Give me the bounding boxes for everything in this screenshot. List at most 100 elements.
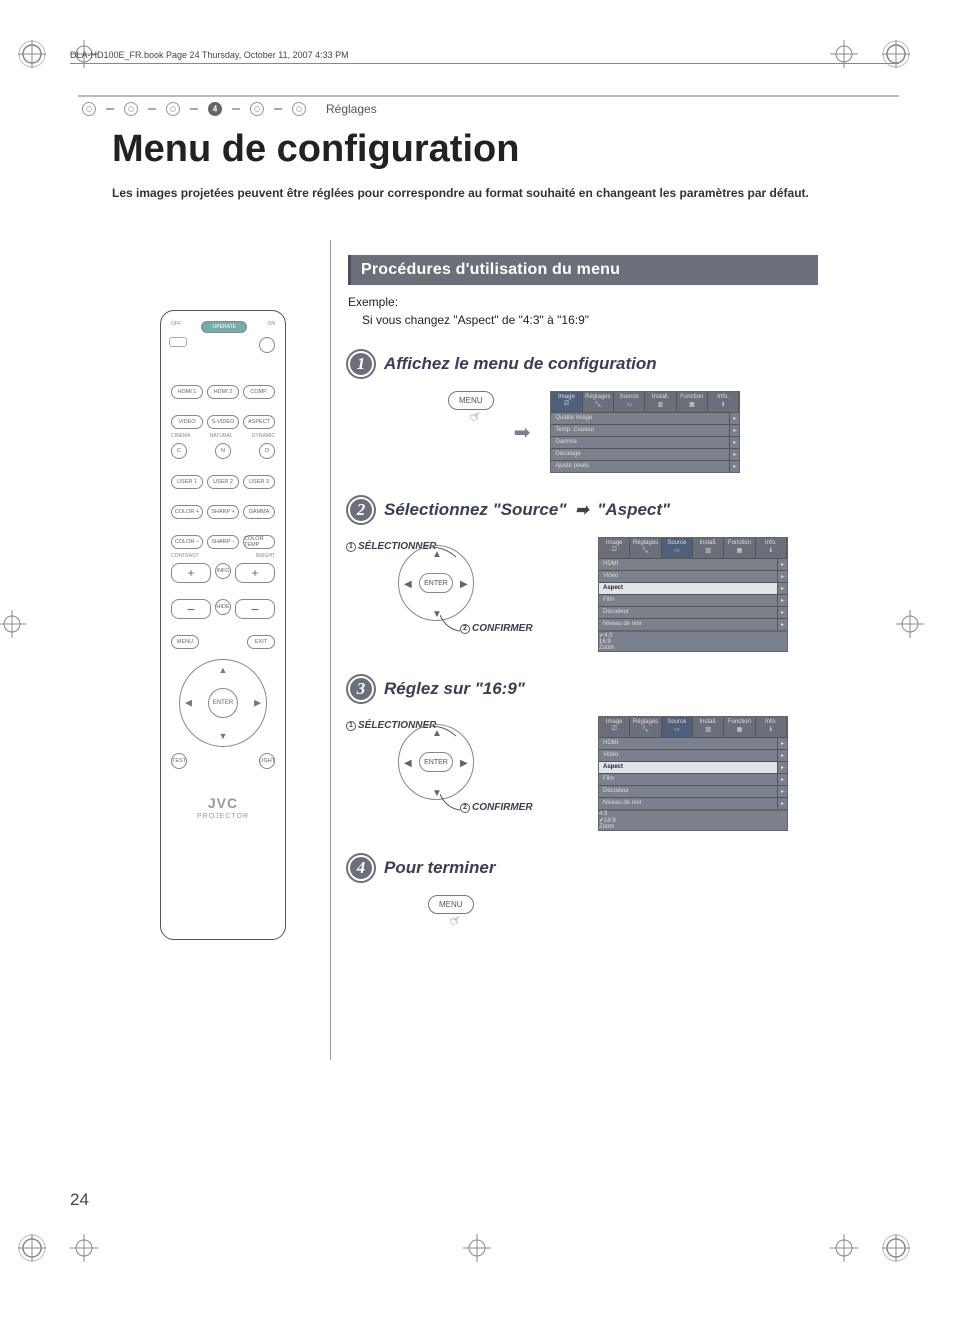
osd-step3: Image⎚ Réglages🔧 Source▭ Install.▥ Fonct… [598,716,788,831]
menu-pill: MENU [448,391,494,410]
example-heading: Exemple: [348,295,818,309]
comp-button: COMP. [243,385,275,399]
step-3-heading: 3 Réglez sur "16:9" [348,676,818,702]
example-block: Exemple: Si vous changez "Aspect" de "4:… [348,295,818,327]
arrow-right-icon: ➡ [514,420,531,445]
step-2-heading: 2 Sélectionnez "Source" ➡ "Aspect" [348,497,818,523]
user2-button: USER 2 [207,475,239,489]
osd-tab-info: Info.ℹ [708,392,739,412]
reg-mark-b3 [830,1234,858,1262]
osd-tab-source: Source▭ [614,392,645,412]
step-3-confirm-label: 2CONFIRMER [460,802,533,813]
hdmi1-button: HDMI 1 [171,385,203,399]
enter-button: ENTER [419,573,453,593]
page-title: Menu de configuration [112,128,519,171]
user1-button: USER 1 [171,475,203,489]
step-3-title: Réglez sur "16:9" [384,679,525,699]
arrow-right-icon: ▶ [254,698,261,709]
step-1-title: Affichez le menu de configuration [384,354,657,374]
reg-mark-ml [0,610,26,638]
bright-plus-button: + [235,563,275,583]
step-3-badge: 3 [348,676,374,702]
reg-mark-bc [463,1234,491,1262]
color-plus-button: COLOR + [171,505,203,519]
osd-step1: Image⎚ Réglages🔧 Source▭ Install.▥ Fonct… [550,391,740,473]
osd-step3-aspect-submenu: 4:3 ✔16:9 Zoom [598,810,788,831]
gamma-button: GAMMA [243,505,275,519]
step-4-badge: 4 [348,855,374,881]
colortemp-button: COLOR TEMP [243,535,275,549]
menu-pill: MENU [428,895,474,914]
bc-step-5 [250,102,264,116]
top-rule [78,95,899,97]
intro-text: Les images projetées peuvent être réglée… [112,185,862,202]
bc-step-4-active: 4 [208,102,222,116]
contrast-minus-button: − [171,599,211,619]
dynamic-button: D [259,443,275,459]
reg-mark-tl [18,40,46,68]
osd-step2: Image⎚ Réglages🔧 Source▭ Install.▥ Fonct… [598,537,788,652]
bright-minus-button: − [235,599,275,619]
light-button: LIGHT [259,753,275,769]
remote-navpad: ▲ ▼ ◀ ▶ ENTER [179,659,267,747]
step-1-press-menu: MENU ☞ [448,391,494,425]
color-minus-button: COLOR − [171,535,203,549]
bc-step-6 [292,102,306,116]
test-button: TEST [171,753,187,769]
arrow-down-icon: ▼ [219,731,228,741]
step-2-title: Sélectionnez "Source" ➡ "Aspect" [384,500,670,520]
arrow-right-icon: ➡ [575,502,588,519]
svideo-button: S-VIDEO [207,415,239,429]
bc-step-3 [166,102,180,116]
step-2-confirm-label: 2CONFIRMER [460,623,533,634]
info-button: INFO [215,563,231,579]
reg-mark-bl [18,1234,46,1262]
remote-brand: JVC [167,795,279,811]
hide-button: HIDE [215,599,231,615]
step-1-badge: 1 [348,351,374,377]
hdmi2-button: HDMI 2 [207,385,239,399]
osd-step2-aspect-submenu: ✔4:3 16:9 Zoom [598,631,788,652]
step-3-navpad: 1SÉLECTIONNER ▲ ▼ ◀ ▶ ENTER 2CONFIRMER [348,716,578,826]
remote-subbrand: PROJECTOR [167,813,279,820]
bc-step-1 [82,102,96,116]
arrow-left-icon: ◀ [185,698,192,709]
osd-tab-reglages: Réglages🔧 [583,392,614,412]
step-4-title: Pour terminer [384,858,495,878]
user3-button: USER 3 [243,475,275,489]
arrow-up-icon: ▲ [432,549,442,560]
reg-mark-b2 [70,1234,98,1262]
video-button: VIDEO [171,415,203,429]
cinema-button: C [171,443,187,459]
step-2-badge: 2 [348,497,374,523]
arrow-right-icon: ▶ [460,579,468,590]
example-text: Si vous changez "Aspect" de "4:3" à "16:… [362,313,818,327]
menu-button: MENU [171,635,199,649]
breadcrumb: 4 Réglages [82,102,377,116]
arrow-left-icon: ◀ [404,579,412,590]
step-4-press-menu: MENU ☞ [428,895,474,929]
enter-button: ENTER [208,688,238,718]
bc-step-2 [124,102,138,116]
reg-mark-mr [896,610,924,638]
exit-button: EXIT [247,635,275,649]
osd-tab-image: Image⎚ [551,392,582,412]
book-header: DLA-HD100E_FR.book Page 24 Thursday, Oct… [70,50,349,60]
step-4-heading: 4 Pour terminer [348,855,818,881]
natural-button: N [215,443,231,459]
breadcrumb-label: Réglages [326,102,377,116]
step-1-heading: 1 Affichez le menu de configuration [348,351,818,377]
section-heading: Procédures d'utilisation du menu [348,255,818,285]
sharp-plus-button: SHARP + [207,505,239,519]
hand-icon: ☞ [467,407,484,426]
header-rule [70,63,899,64]
on-button [259,337,275,353]
page-number: 24 [70,1190,89,1210]
remote-control-illustration: OFFOPERATEON HDMI 1HDMI 2COMP. VIDEOS-VI… [160,310,286,940]
osd-tab-install: Install.▥ [645,392,676,412]
reg-mark-br [882,1234,910,1262]
sharp-minus-button: SHARP − [207,535,239,549]
vertical-separator [330,240,331,1060]
aspect-button: ASPECT [243,415,275,429]
off-button [169,337,187,347]
